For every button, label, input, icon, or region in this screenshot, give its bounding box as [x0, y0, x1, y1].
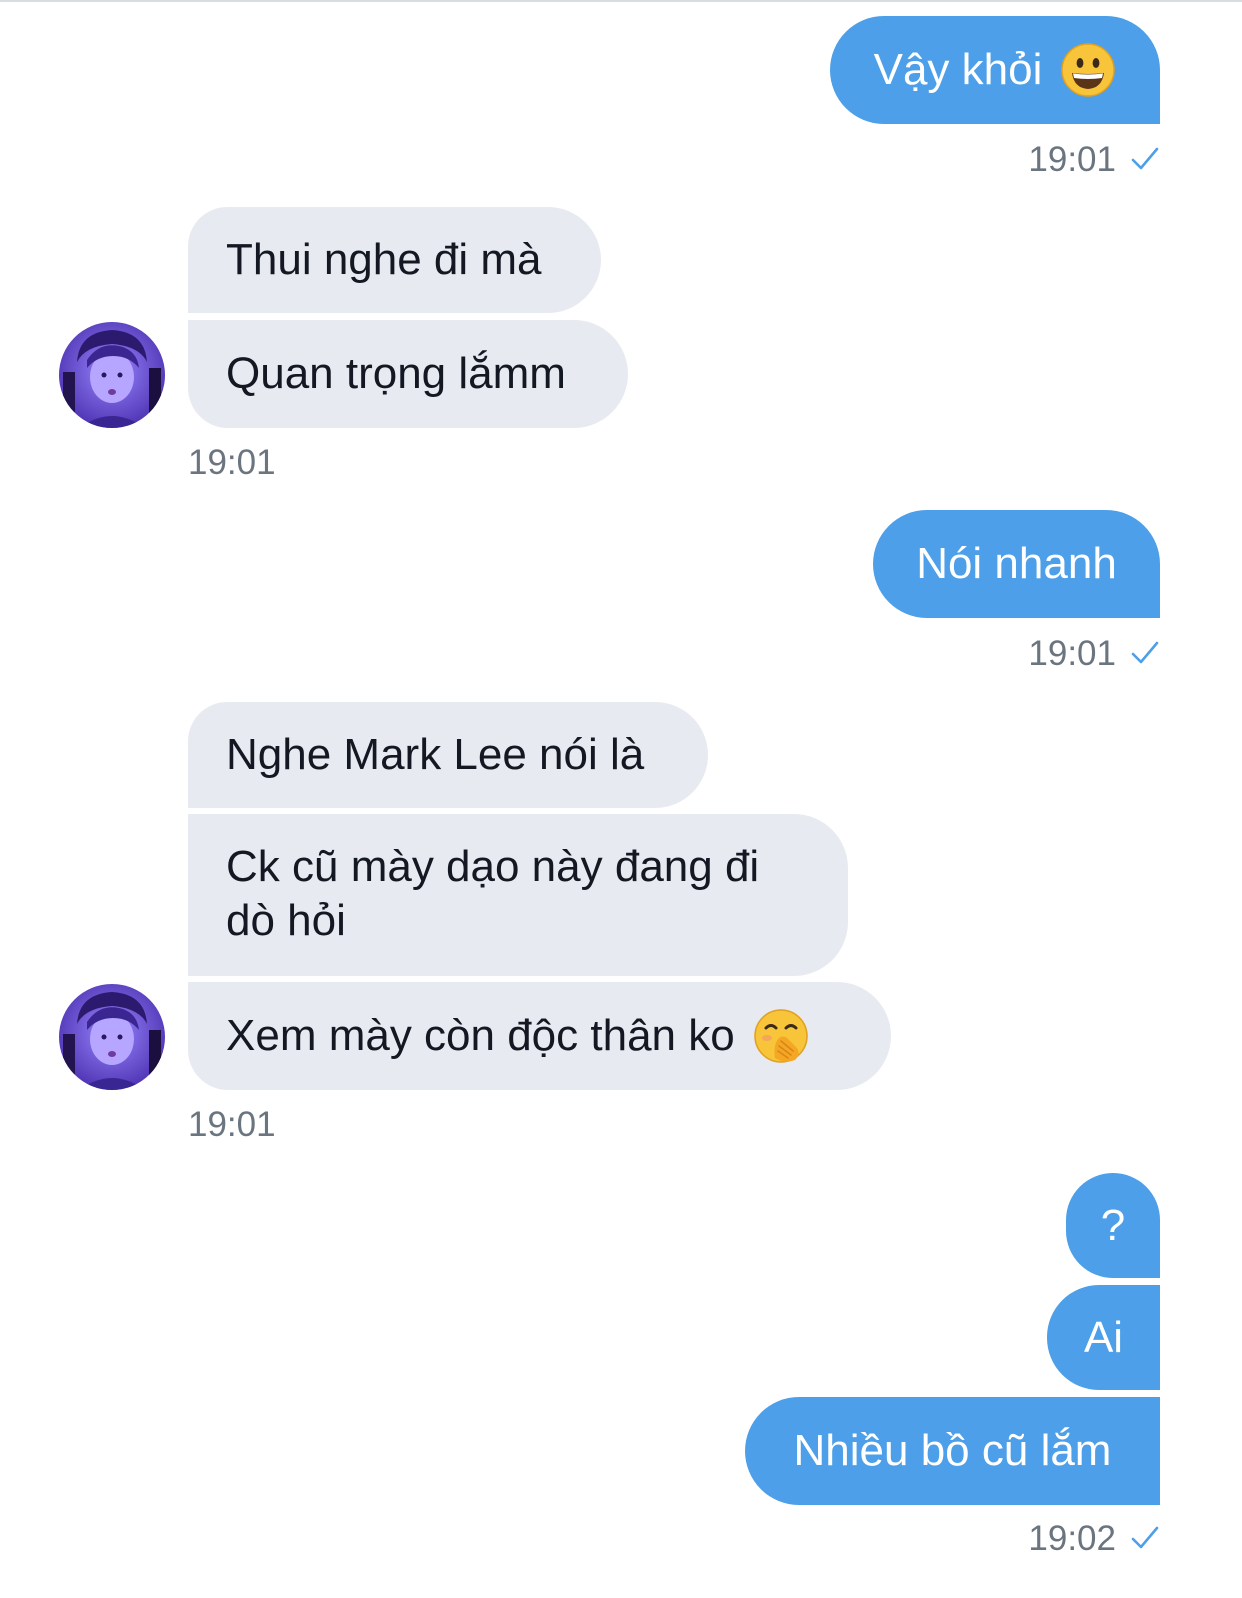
outgoing-message[interactable]: Vậy khỏi — [830, 16, 1160, 124]
message-text: ? — [1100, 1200, 1126, 1250]
avatar-photo — [59, 984, 165, 1090]
incoming-message[interactable]: Ck cũ mày dạo này đang đi dò hỏi — [188, 814, 848, 976]
message-text: Xem mày còn độc thân ko — [226, 1011, 735, 1060]
incoming-message[interactable]: Thui nghe đi mà — [188, 207, 601, 313]
message-text: Vậy khỏi — [873, 45, 1043, 94]
message-timestamp: 19:01 — [960, 634, 1160, 674]
outgoing-message[interactable]: Nhiều bồ cũ lắm — [745, 1397, 1160, 1505]
message-timestamp: 19:01 — [188, 443, 276, 482]
incoming-message[interactable]: Quan trọng lắmm — [188, 320, 628, 428]
message-text: Nhiều bồ cũ lắm — [793, 1426, 1112, 1475]
message-text: Ai — [1083, 1312, 1124, 1362]
message-text: Thui nghe đi mà — [226, 235, 542, 284]
outgoing-message[interactable]: Nói nhanh — [873, 510, 1160, 618]
read-check-icon — [1131, 147, 1159, 170]
contact-avatar[interactable] — [59, 322, 165, 428]
incoming-message[interactable]: Nghe Mark Lee nói là — [188, 702, 708, 808]
incoming-message[interactable]: Xem mày còn độc thân ko — [188, 982, 891, 1090]
message-timestamp: 19:02 — [960, 1519, 1160, 1559]
message-text: Quan trọng lắmm — [226, 349, 566, 398]
message-timestamp: 19:01 — [960, 140, 1160, 180]
contact-avatar[interactable] — [59, 984, 165, 1090]
avatar-photo — [59, 322, 165, 428]
grinning-face-emoji-icon — [1061, 43, 1116, 97]
top-divider — [0, 0, 1242, 2]
read-check-icon — [1131, 641, 1159, 664]
message-timestamp: 19:01 — [188, 1105, 276, 1144]
outgoing-message[interactable]: Ai — [1047, 1285, 1160, 1390]
face-with-hand-over-mouth-emoji-icon — [753, 1009, 808, 1063]
outgoing-message[interactable]: ? — [1066, 1173, 1160, 1278]
message-text: Nghe Mark Lee nói là — [226, 730, 645, 779]
read-check-icon — [1131, 1526, 1159, 1549]
message-text: Ck cũ mày dạo này đang đi dò hỏi — [226, 842, 760, 945]
message-text: Nói nhanh — [916, 539, 1117, 588]
